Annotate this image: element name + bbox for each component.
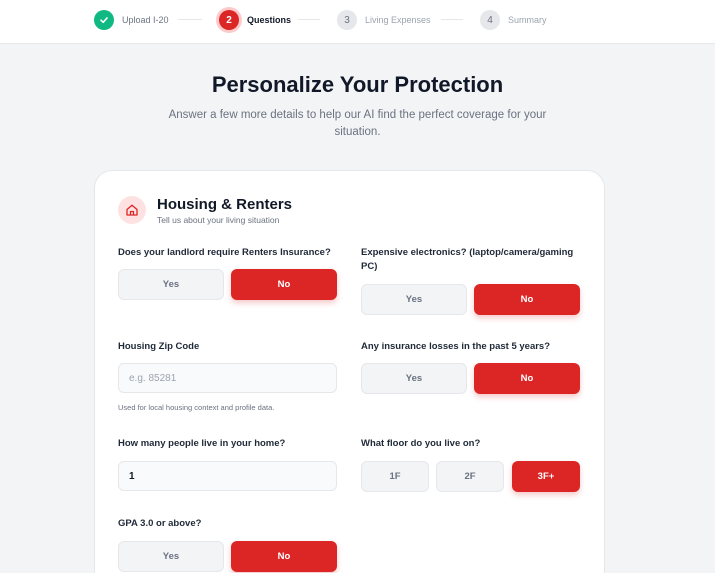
step-label: Questions — [247, 15, 292, 25]
step-label: Living Expenses — [365, 15, 431, 25]
floor-question-label: What floor do you live on? — [361, 438, 481, 449]
losses-question-label: Any insurance losses in the past 5 years… — [361, 341, 551, 352]
gpa-no-button[interactable]: No — [231, 541, 337, 572]
step-connector — [441, 19, 463, 20]
electronics-yes-button[interactable]: Yes — [361, 284, 467, 315]
check-icon — [94, 10, 114, 30]
page-subtitle: Answer a few more details to help our AI… — [168, 109, 547, 138]
electronics-no-button[interactable]: No — [474, 284, 580, 315]
gpa-question-label: GPA 3.0 or above? — [118, 518, 202, 529]
step-number: 3 — [337, 10, 357, 30]
step-number: 4 — [480, 10, 500, 30]
section-title: Housing & Renters — [157, 196, 293, 213]
step-label: Summary — [508, 15, 547, 25]
floor-1f-button[interactable]: 1F — [361, 461, 429, 492]
section-subtitle: Tell us about your living situation — [157, 215, 280, 225]
losses-yes-button[interactable]: Yes — [361, 363, 467, 394]
people-question-label: How many people live in your home? — [118, 438, 286, 449]
gpa-yes-button[interactable]: Yes — [118, 541, 224, 572]
zip-code-input[interactable] — [118, 363, 337, 393]
floor-3f-plus-button[interactable]: 3F+ — [512, 461, 580, 492]
zip-question-label: Housing Zip Code — [118, 341, 200, 352]
step-questions[interactable]: 2 Questions — [219, 10, 291, 30]
renters-question-label: Does your landlord require Renters Insur… — [118, 247, 331, 258]
step-number: 2 — [219, 10, 239, 30]
people-count-input[interactable] — [118, 461, 337, 491]
page-title: Personalize Your Protection — [211, 72, 504, 97]
progress-stepper: Upload I-20 2 Questions 3 Living Expense… — [0, 0, 715, 44]
electronics-question-label: Expensive electronics? (laptop/camera/ga… — [361, 247, 574, 272]
step-connector — [178, 19, 202, 20]
house-icon — [118, 196, 146, 224]
renters-yes-button[interactable]: Yes — [118, 269, 224, 300]
step-summary[interactable]: 4 Summary — [480, 10, 547, 30]
losses-no-button[interactable]: No — [474, 363, 580, 394]
step-living-expenses[interactable]: 3 Living Expenses — [337, 10, 431, 30]
renters-no-button[interactable]: No — [231, 269, 337, 300]
step-connector — [298, 19, 320, 20]
step-upload-i20[interactable]: Upload I-20 — [94, 10, 169, 30]
zip-help-text: Used for local housing context and profi… — [118, 403, 275, 412]
step-label: Upload I-20 — [122, 15, 169, 25]
floor-2f-button[interactable]: 2F — [436, 461, 504, 492]
